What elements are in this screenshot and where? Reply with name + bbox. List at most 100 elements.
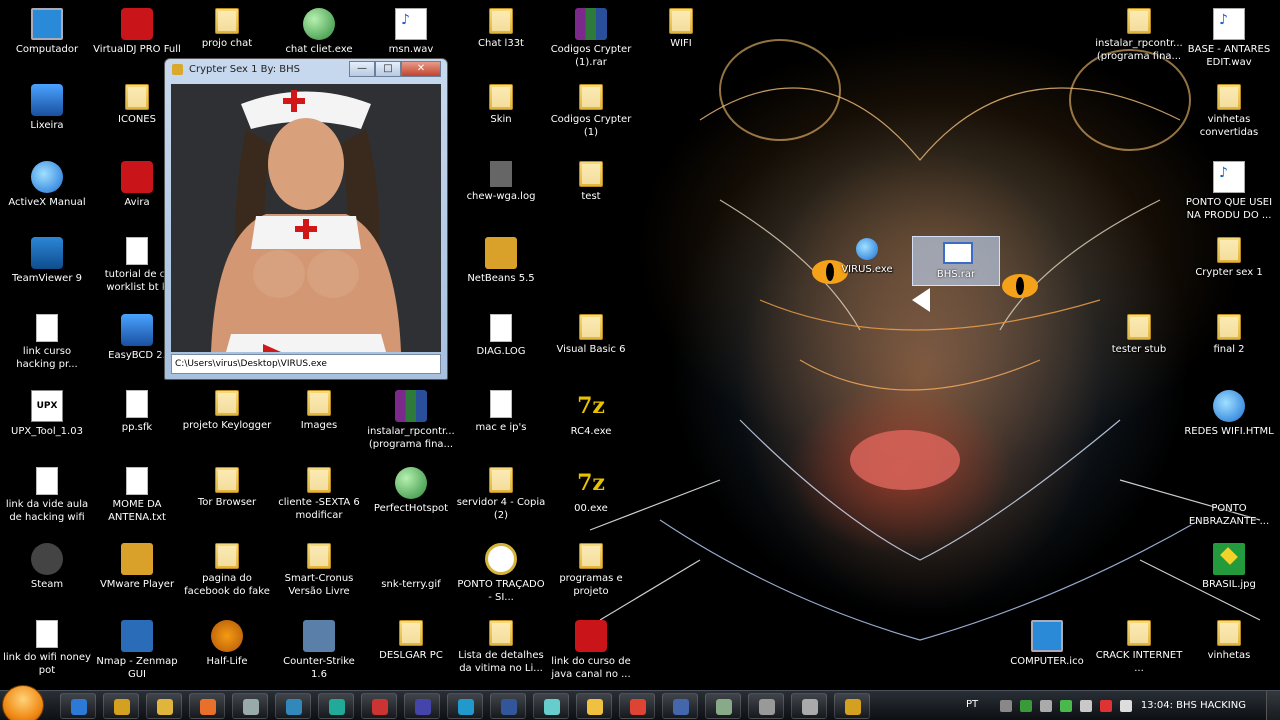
desktop-icon[interactable]: MOME DA ANTENA.txt — [92, 463, 182, 539]
desktop-icon[interactable]: Half-Life — [182, 616, 272, 692]
desktop-icon[interactable]: WIFI — [636, 4, 726, 80]
taskbar-button-app10[interactable] — [705, 693, 741, 719]
taskbar-button-app12[interactable] — [791, 693, 827, 719]
show-desktop-button[interactable] — [1266, 691, 1280, 720]
desktop-icon[interactable]: programas e projeto — [546, 539, 636, 615]
file-path-field[interactable]: C:\Users\virus\Desktop\VIRUS.exe — [171, 354, 441, 374]
desktop-icon[interactable]: PONTO TRAÇADO - SI... — [456, 539, 546, 615]
desktop-icon[interactable]: DESLGAR PC — [366, 616, 456, 692]
desktop-icon[interactable]: servidor 4 - Copia (2) — [456, 463, 546, 539]
tray-app-icon[interactable] — [1020, 700, 1032, 712]
desktop-icon[interactable]: VMware Player — [92, 539, 182, 615]
taskbar-button-app9[interactable] — [662, 693, 698, 719]
crypter-window[interactable]: Crypter Sex 1 By: BHS — □ ✕ C:\Users\vir… — [164, 58, 448, 380]
desktop-icon[interactable]: Steam — [2, 539, 92, 615]
up-arrow-icon[interactable] — [1000, 700, 1012, 712]
desktop-icon[interactable]: PerfectHotspot — [366, 463, 456, 539]
tray-app-icon[interactable] — [1080, 700, 1092, 712]
desktop-icon[interactable]: BRASIL.jpg — [1184, 539, 1274, 615]
taskbar-button-app11[interactable] — [748, 693, 784, 719]
desktop-icon[interactable]: instalar_rpcontr... (programa fina... — [1094, 4, 1184, 80]
taskbar-button-app13[interactable] — [834, 693, 870, 719]
desktop-icon-virus-exe[interactable]: VIRUS.exe — [822, 234, 912, 310]
desktop-icon[interactable]: pagina do facebook do fake — [182, 539, 272, 615]
clock[interactable]: 13:04: BHS HACKING — [1141, 700, 1246, 711]
desktop-icon[interactable]: REDES WIFI.HTML — [1184, 386, 1274, 462]
desktop-icon[interactable]: link curso hacking pr... — [2, 310, 92, 386]
desktop-icon[interactable]: vinhetas convertidas — [1184, 80, 1274, 156]
taskbar-button-firefox[interactable] — [189, 693, 225, 719]
desktop-icon[interactable]: Skin — [456, 80, 546, 156]
taskbar-button-app3[interactable] — [318, 693, 354, 719]
desktop-icon[interactable]: Counter-Strike 1.6 — [274, 616, 364, 692]
desktop-icon[interactable]: tester stub — [1094, 310, 1184, 386]
desktop-icon[interactable]: UPX UPX_Tool_1.03 — [2, 386, 92, 462]
desktop-icon[interactable]: Codigos Crypter (1) — [546, 80, 636, 156]
desktop-icon[interactable]: Crypter sex 1 — [1184, 233, 1274, 309]
flag-icon[interactable] — [1100, 700, 1112, 712]
desktop-icon[interactable]: PONTO QUE USEI NA PRODU DO ... — [1184, 157, 1274, 233]
desktop-icon[interactable]: BASE - ANTARES EDIT.wav — [1184, 4, 1274, 80]
desktop-icon[interactable]: projeto Keylogger — [182, 386, 272, 462]
desktop-icon[interactable]: Visual Basic 6 — [546, 310, 636, 386]
desktop-icon[interactable]: Codigos Crypter (1).rar — [546, 4, 636, 80]
desktop-icon[interactable]: vinhetas — [1184, 616, 1274, 692]
desktop-icon[interactable]: NetBeans 5.5 — [456, 233, 546, 309]
app-icon — [121, 314, 153, 346]
desktop-icon[interactable]: test — [546, 157, 636, 233]
desktop-icon[interactable]: cliente -SEXTA 6 modificar — [274, 463, 364, 539]
desktop-icon[interactable]: TeamViewer 9 — [2, 233, 92, 309]
desktop-icon[interactable]: snk-terry.gif — [366, 539, 456, 615]
language-indicator[interactable]: PT — [966, 699, 978, 710]
taskbar-button-app7[interactable] — [533, 693, 569, 719]
desktop-icon[interactable]: Computador — [2, 4, 92, 80]
taskbar-button-media[interactable] — [103, 693, 139, 719]
desktop-icon[interactable]: link da vide aula de hacking wifi — [2, 463, 92, 539]
desktop-icon[interactable]: Smart-Cronus Versão Livre — [274, 539, 364, 615]
desktop-icon[interactable]: COMPUTER.ico — [1002, 616, 1092, 692]
maximize-button[interactable]: □ — [375, 61, 401, 77]
taskbar-button-chrome[interactable] — [619, 693, 655, 719]
desktop-icon[interactable]: 7z RC4.exe — [546, 386, 636, 462]
window-titlebar[interactable]: Crypter Sex 1 By: BHS — □ ✕ — [165, 59, 447, 81]
taskbar-button-skype[interactable] — [447, 693, 483, 719]
taskbar-button-app5[interactable] — [404, 693, 440, 719]
volume-icon[interactable] — [1120, 700, 1132, 712]
desktop-icon[interactable]: Images — [274, 386, 364, 462]
desktop-icon[interactable]: chew-wga.log — [456, 157, 546, 233]
taskbar-button-app8[interactable] — [576, 693, 612, 719]
taskbar-button-ie[interactable] — [60, 693, 96, 719]
taskbar-button-app2[interactable] — [275, 693, 311, 719]
network-icon[interactable] — [1040, 700, 1052, 712]
desktop-icon[interactable]: ActiveX Manual — [2, 157, 92, 233]
taskbar-button-app4[interactable] — [361, 693, 397, 719]
taskbar-button-explorer[interactable] — [146, 693, 182, 719]
desktop-icon[interactable]: Tor Browser — [182, 463, 272, 539]
desktop-icon[interactable]: instalar_rpcontr... (programa fina... — [366, 386, 456, 462]
desktop-icon[interactable]: CRACK INTERNET ... — [1094, 616, 1184, 692]
desktop-icon[interactable]: Lista de detalhes da vitima no Li... — [456, 616, 546, 692]
folder-icon — [489, 8, 513, 34]
desktop-icon[interactable]: link do wifi noney pot — [2, 616, 92, 692]
minimize-button[interactable]: — — [349, 61, 375, 77]
close-button[interactable]: ✕ — [401, 61, 441, 77]
desktop-icon[interactable]: PONTO ENBRAZANTE ... — [1184, 463, 1274, 539]
start-button[interactable] — [2, 685, 44, 720]
taskbar-button-app1[interactable] — [232, 693, 268, 719]
desktop-icon[interactable]: link do curso de java canal no ... — [546, 616, 636, 692]
desktop-icon[interactable]: final 2 — [1184, 310, 1274, 386]
taskbar-button-app6[interactable] — [490, 693, 526, 719]
desktop-icon[interactable]: DIAG.LOG — [456, 310, 546, 386]
internet-explorer-icon — [1213, 390, 1245, 422]
desktop-icon[interactable]: Chat l33t — [456, 4, 546, 80]
folder-icon — [307, 467, 331, 493]
taskbar: PT 13:04: BHS HACKING — [0, 685, 1280, 720]
media-icon — [114, 699, 130, 715]
desktop-icon[interactable]: mac e ip's — [456, 386, 546, 462]
desktop-icon[interactable]: pp.sfk — [92, 386, 182, 462]
desktop-icon[interactable]: 7z 00.exe — [546, 463, 636, 539]
desktop-icon[interactable]: Lixeira — [2, 80, 92, 156]
tray-app-icon[interactable] — [1060, 700, 1072, 712]
desktop-icon[interactable]: Nmap - Zenmap GUI — [92, 616, 182, 692]
archive-icon — [395, 390, 427, 422]
